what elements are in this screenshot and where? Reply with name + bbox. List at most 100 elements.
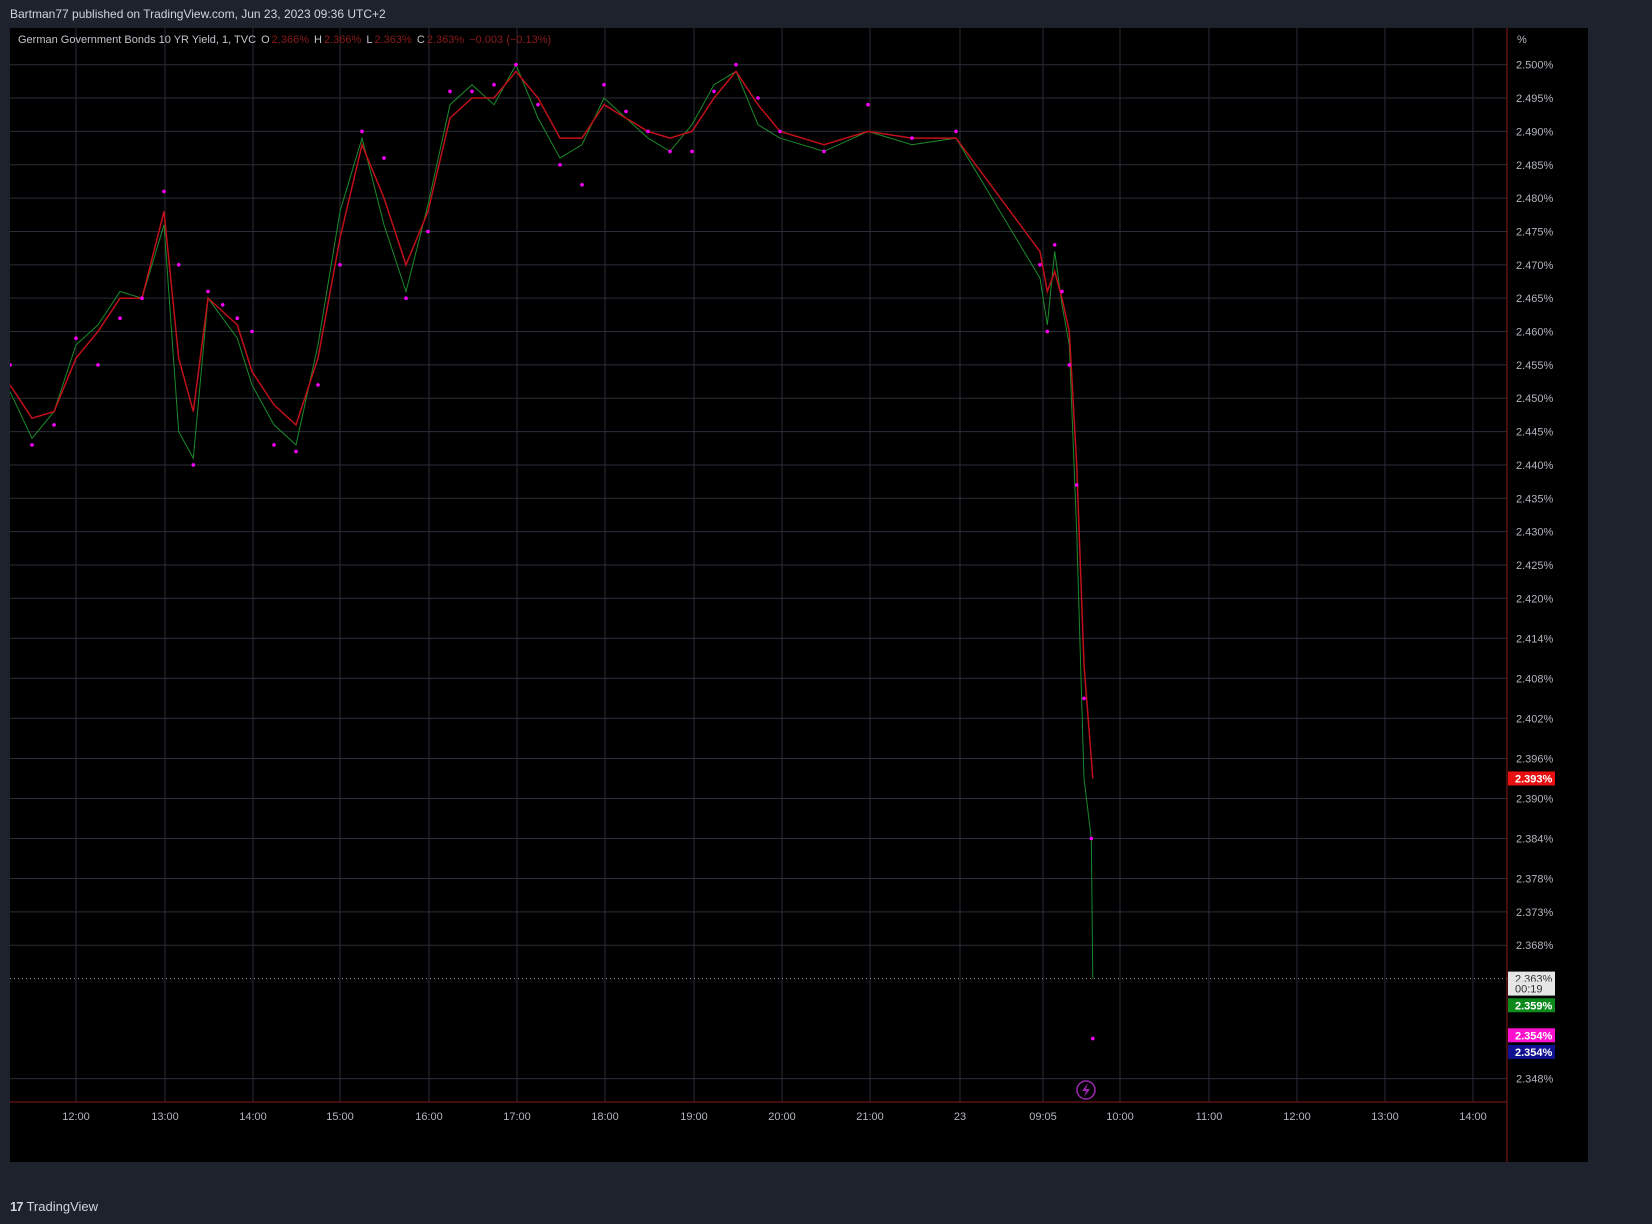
sar-dot: [1038, 263, 1042, 267]
tradingview-logo-icon: 17: [10, 1199, 24, 1214]
y-tick-label: 2.348%: [1516, 1074, 1554, 1086]
sar-dot: [690, 149, 694, 154]
sar-dot: [712, 89, 716, 94]
y-tick-label: 2.465%: [1516, 293, 1554, 305]
sar-dot: [140, 296, 144, 301]
sar-dot: [646, 129, 650, 134]
sar-dot: [778, 129, 782, 134]
chart-area[interactable]: % 2.500% 2.495% 2.490% 2.485% 2.480% 2.475% 2.4…: [10, 28, 1588, 1162]
sar-dot: [822, 149, 826, 154]
sar-dot: [30, 443, 34, 447]
price-badge-text: 2.354%: [1515, 1047, 1553, 1059]
sar-dot: [536, 102, 540, 107]
sar-dot: [250, 329, 254, 334]
open-label: O: [261, 34, 270, 46]
change-value: −0.003 (−0.13%): [469, 34, 552, 46]
price-badge-ma: 2.393%: [1508, 771, 1555, 786]
time-axis: 12:00 13:00 14:00 15:00 16:00 17:00 18:00 19:00…: [10, 1101, 1507, 1123]
low-value: 2.363%: [374, 34, 412, 46]
y-tick-label: 2.435%: [1516, 493, 1554, 505]
x-tick-label: 17:00: [503, 1111, 531, 1123]
tradingview-brand: TradingView: [26, 1199, 99, 1214]
sar-dot: [1091, 1036, 1095, 1041]
price-badge-text: 2.359%: [1515, 1000, 1553, 1012]
price-badge-magenta: 2.354%: [1508, 1028, 1555, 1043]
price-badge-countdown: 00:19: [1508, 981, 1555, 996]
sar-dot: [1089, 836, 1094, 841]
publish-info: Bartman77 published on TradingView.com, …: [10, 7, 386, 21]
price-line: [10, 63, 1094, 979]
x-tick-label: 19:00: [680, 1111, 708, 1123]
sar-dot: [10, 363, 12, 367]
sar-dot: [404, 296, 408, 301]
x-tick-label: 23: [954, 1111, 966, 1123]
y-tick-label: 2.445%: [1516, 427, 1554, 439]
y-unit-label: %: [1517, 34, 1527, 46]
sar-dot: [1082, 696, 1086, 701]
sar-dot: [74, 336, 78, 341]
y-tick-label: 2.455%: [1516, 360, 1554, 372]
x-tick-label: 15:00: [326, 1111, 354, 1123]
y-tick-label: 2.475%: [1516, 226, 1554, 238]
x-tick-label: 18:00: [591, 1111, 619, 1123]
y-tick-label: 2.390%: [1516, 793, 1554, 805]
sar-dot: [514, 62, 518, 67]
sar-dot: [734, 62, 738, 67]
y-tick-label: 2.408%: [1516, 673, 1554, 685]
x-tick-label: 09:05: [1029, 1111, 1057, 1123]
sar-dot: [756, 96, 760, 100]
x-tick-label: 16:00: [415, 1111, 443, 1123]
sar-dot: [220, 303, 225, 307]
sar-dot: [294, 449, 298, 454]
y-tick-label: 2.430%: [1516, 527, 1554, 539]
sar-dot: [52, 423, 56, 427]
sar-dot: [558, 163, 562, 167]
x-tick-label: 20:00: [768, 1111, 796, 1123]
publish-bar: Bartman77 published on TradingView.com, …: [0, 0, 1652, 28]
y-tick-label: 2.480%: [1516, 193, 1554, 205]
close-label: C: [416, 34, 425, 46]
y-tick-label: 2.495%: [1516, 93, 1554, 105]
sar-dot: [118, 316, 122, 321]
sar-dot: [1067, 363, 1072, 367]
close-value: 2.363%: [426, 34, 465, 46]
y-tick-label: 2.450%: [1516, 393, 1554, 405]
price-badge-green: 2.359%: [1508, 998, 1555, 1013]
chart-canvas[interactable]: % 2.500% 2.495% 2.490% 2.485% 2.480% 2.475% 2.4…: [10, 28, 1588, 1162]
x-tick-label: 21:00: [856, 1111, 884, 1123]
sar-dot: [1074, 483, 1079, 487]
sar-dot: [866, 102, 870, 107]
y-tick-label: 2.368%: [1516, 940, 1554, 952]
sar-dot: [1060, 289, 1064, 294]
y-tick-label: 2.460%: [1516, 327, 1554, 339]
sar-dot: [176, 263, 181, 267]
open-value: 2.366%: [271, 34, 309, 46]
symbol-name[interactable]: German Government Bonds 10 YR Yield, 1, …: [18, 34, 256, 46]
sar-dot: [602, 82, 606, 87]
y-tick-label: 2.378%: [1516, 874, 1554, 886]
y-tick-label: 2.402%: [1516, 713, 1554, 725]
grid: [10, 28, 1507, 1102]
sar-dot: [448, 89, 452, 94]
lightning-bolt: [1082, 1083, 1090, 1097]
sar-dot: [316, 383, 320, 387]
y-tick-label: 2.384%: [1516, 834, 1554, 846]
sar-dot: [580, 183, 584, 187]
sar-dot: [360, 129, 364, 134]
sar-dot: [272, 443, 276, 447]
y-tick-label: 2.485%: [1516, 160, 1554, 172]
high-label: H: [314, 34, 322, 46]
y-tick-label: 2.490%: [1516, 126, 1554, 138]
sar-dot: [382, 156, 386, 160]
sar-dot: [235, 316, 240, 321]
symbol-legend[interactable]: German Government Bonds 10 YR Yield, 1, …: [18, 34, 553, 46]
lightning-icon[interactable]: [1076, 1080, 1096, 1100]
price-badge-text: 2.393%: [1515, 773, 1553, 785]
tradingview-logo[interactable]: 17 TradingView: [10, 1199, 98, 1214]
sar-dot: [1045, 329, 1050, 334]
x-tick-label: 13:00: [151, 1111, 179, 1123]
x-tick-label: 12:00: [1283, 1111, 1311, 1123]
x-tick-label: 10:00: [1106, 1111, 1134, 1123]
sar-dot: [191, 463, 196, 467]
price-badge-text: 00:19: [1515, 984, 1543, 996]
